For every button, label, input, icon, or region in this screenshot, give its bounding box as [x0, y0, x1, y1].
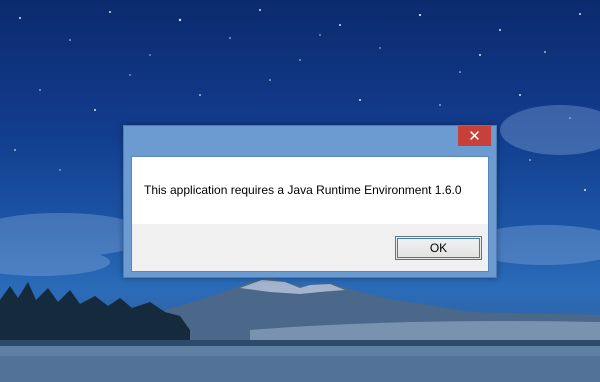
message-area: This application requires a Java Runtime… [132, 157, 488, 224]
close-button[interactable]: ✕ [458, 126, 491, 146]
title-bar[interactable]: ✕ [124, 126, 496, 155]
button-area: OK [132, 224, 488, 271]
shoreline [0, 340, 600, 346]
ok-button[interactable]: OK [395, 236, 482, 260]
treeline [0, 282, 190, 345]
dialog-content: This application requires a Java Runtime… [131, 156, 489, 272]
error-message: This application requires a Java Runtime… [144, 183, 462, 197]
error-dialog: ✕ This application requires a Java Runti… [123, 125, 497, 278]
lake-reflection [0, 356, 600, 382]
close-icon: ✕ [468, 127, 481, 145]
